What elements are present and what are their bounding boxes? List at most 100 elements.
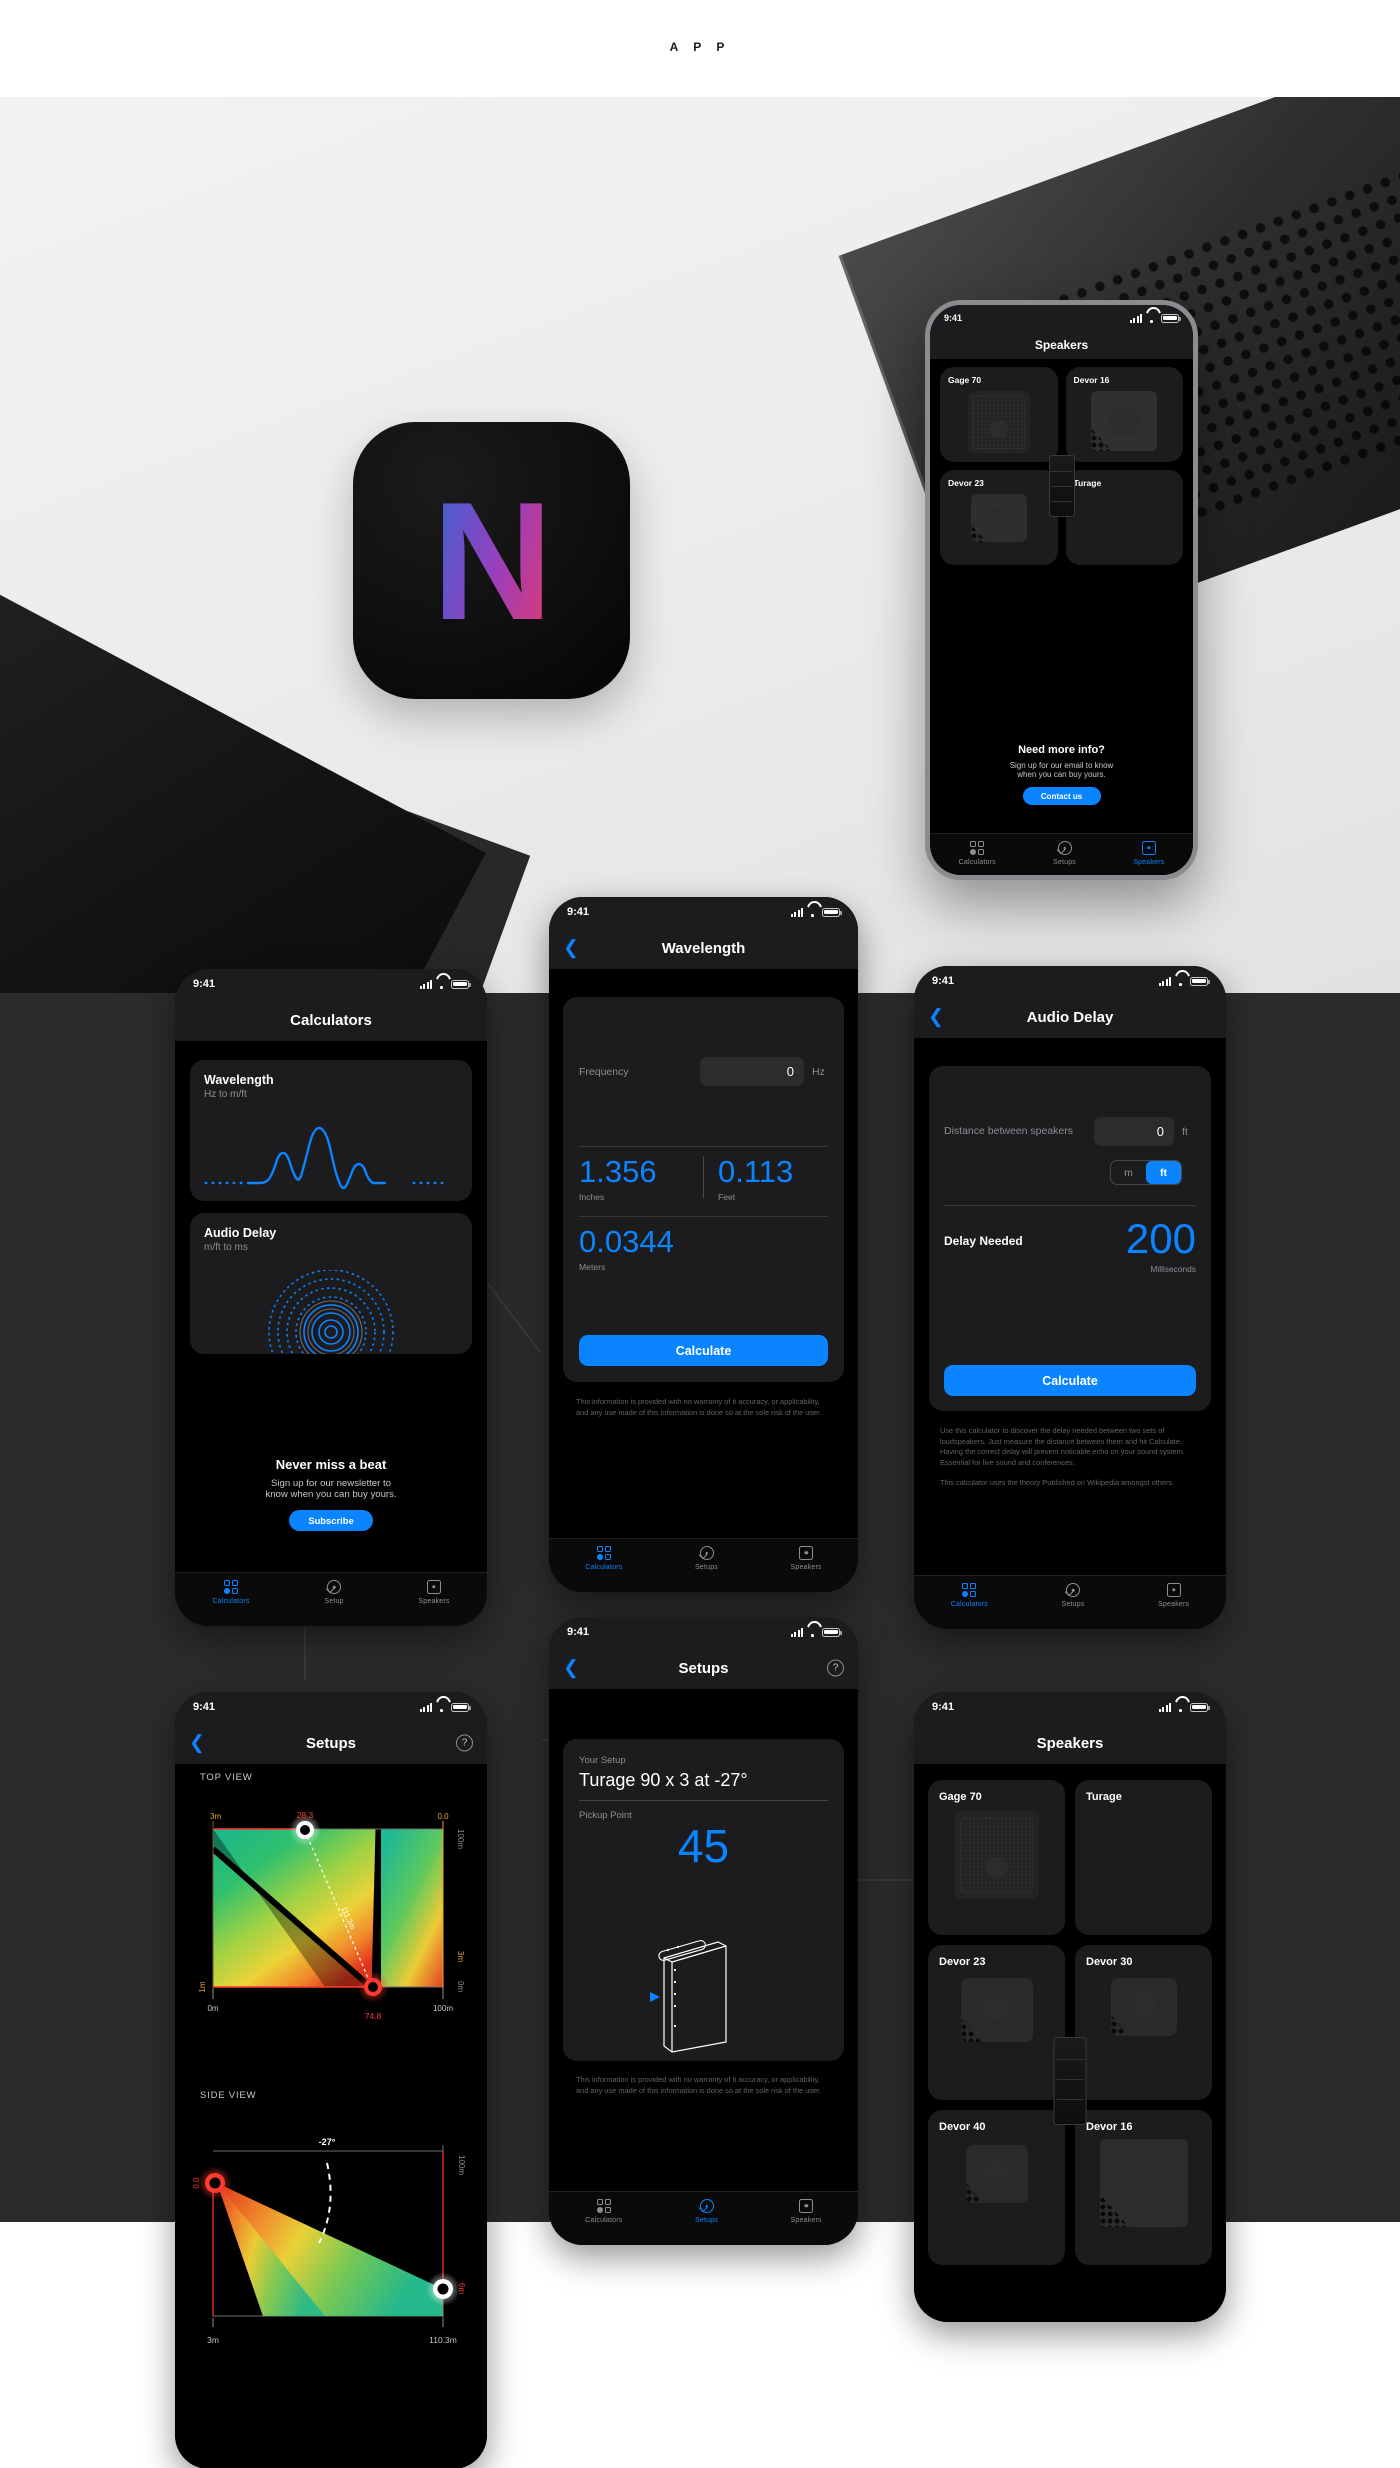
speakers-icon xyxy=(1141,841,1156,855)
waveform-graphic xyxy=(204,1126,444,1190)
status-bar: 9:41 xyxy=(914,1692,1226,1722)
status-bar: 9:41 xyxy=(549,897,858,927)
promo-body-line1: Sign up for our email to know xyxy=(1009,761,1114,770)
side-view-plot: -27° 0.0 100m 6m 3m 110.3m xyxy=(192,2137,466,2345)
back-chevron-icon[interactable]: ❮ xyxy=(563,1659,579,1678)
tab-setups[interactable]: Setups xyxy=(695,2199,718,2224)
tab-calculators[interactable]: Calculators xyxy=(951,1583,988,1608)
delay-result-row: Delay Needed 200 Milliseconds xyxy=(944,1218,1196,1275)
speaker-thumb-honeycomb xyxy=(1091,391,1158,451)
distance-input[interactable]: 0 xyxy=(1094,1117,1174,1146)
tab-calculators[interactable]: Calculators xyxy=(959,841,996,866)
speakers-icon xyxy=(799,1546,814,1560)
back-chevron-icon[interactable]: ❮ xyxy=(563,939,579,958)
unit-option-m[interactable]: m xyxy=(1111,1161,1146,1184)
status-icons xyxy=(419,979,471,989)
speaker-name: Devor 23 xyxy=(939,1956,986,1968)
tab-setups[interactable]: Setups xyxy=(1062,2276,1085,2301)
tick-label: 3m xyxy=(210,1812,221,1821)
tab-calculators[interactable]: Calculators xyxy=(585,1546,622,1571)
speaker-card[interactable]: Turage xyxy=(1053,1780,1212,2125)
calculate-button[interactable]: Calculate xyxy=(944,1365,1196,1396)
speaker-rig-diagram xyxy=(649,1940,727,2053)
top-band: A P P xyxy=(0,0,1400,97)
tick-label: 74.8 xyxy=(365,2011,382,2021)
tab-label: Speakers xyxy=(1158,1601,1190,1608)
wavelength-calculator-card[interactable]: Wavelength Hz to m/ft xyxy=(190,1060,472,1201)
tab-speakers[interactable]: Speakers xyxy=(418,1580,449,1605)
description-paragraph-1: Use this calculator to discover the dela… xyxy=(940,1426,1185,1468)
tab-label: Setups xyxy=(1062,2294,1085,2301)
speakers-phone: 9:41 Speakers Gage 70 Turage Devor 23 De… xyxy=(914,1692,1226,2322)
setups-icon xyxy=(1066,1583,1081,1597)
tab-speakers[interactable]: Speakers xyxy=(1158,2276,1189,2301)
contact-us-button[interactable]: Contact us xyxy=(1022,787,1101,805)
signal-bars-icon xyxy=(790,1627,803,1637)
result-value: 0.113 xyxy=(718,1154,794,1189)
speaker-thumb-honeycomb xyxy=(960,1978,1033,2042)
speaker-card[interactable]: Devor 40 xyxy=(928,2110,1065,2265)
promo-body-line2: when you can buy yours. xyxy=(1017,770,1106,779)
tab-bar: Calculators Setup Speakers xyxy=(175,1572,487,1626)
nav-title: Setups xyxy=(678,1659,729,1677)
tab-label: Setups xyxy=(1061,1601,1085,1608)
speaker-card[interactable]: Gage 70 xyxy=(940,367,1058,462)
result-unit: Inches xyxy=(579,1192,605,1202)
tab-setups[interactable]: Setups xyxy=(1053,841,1076,866)
tab-calculators[interactable]: Calculators xyxy=(212,1580,249,1605)
setups-detail-screen: 9:41 ❮ Setups ? Your Setup Turage 90 x 3… xyxy=(549,1617,858,2245)
battery-icon xyxy=(1190,1702,1210,1712)
signal-bars-icon xyxy=(790,907,803,917)
back-chevron-icon[interactable]: ❮ xyxy=(928,1008,944,1027)
unit-option-ft[interactable]: ft xyxy=(1146,1161,1181,1184)
unit-toggle[interactable]: m ft xyxy=(1110,1160,1182,1185)
tab-calculators[interactable]: Calculators xyxy=(585,2199,622,2224)
tab-setup[interactable]: Setup xyxy=(324,1580,343,1605)
calculate-button[interactable]: Calculate xyxy=(579,1335,828,1366)
tab-label: Speakers xyxy=(790,2217,822,2224)
help-question-icon[interactable]: ? xyxy=(827,1659,844,1677)
tab-speakers[interactable]: Speakers xyxy=(791,1546,822,1571)
setups-icon xyxy=(327,1580,341,1594)
speaker-name: Gage 70 xyxy=(939,1791,982,1803)
status-bar: 9:41 xyxy=(175,969,487,999)
distance-unit: ft xyxy=(1182,1125,1188,1138)
speaker-card[interactable]: Devor 30 xyxy=(1075,1945,1212,2100)
tab-label: Setups xyxy=(1053,859,1076,866)
speaker-card[interactable]: Devor 23 xyxy=(940,470,1058,565)
calculators-icon xyxy=(970,841,985,855)
subscribe-button[interactable]: Subscribe xyxy=(289,1510,373,1531)
nav-title: Wavelength xyxy=(661,939,746,957)
tab-label: Setup xyxy=(324,1598,344,1605)
frequency-label: Frequency xyxy=(579,1065,629,1078)
speakers-grid: Gage 70 Turage Devor 23 Devor 30 Devor 4… xyxy=(928,1780,1212,2265)
tab-bar: Calculators Setups Speakers xyxy=(930,833,1193,875)
results-row: 1.356 Inches 0.113 Feet xyxy=(579,1156,828,1202)
nav-bar: Speakers xyxy=(930,331,1193,359)
speaker-name: Devor 30 xyxy=(1086,1956,1133,1968)
wifi-icon xyxy=(436,1703,447,1712)
speaker-card[interactable]: Turage xyxy=(1048,454,1183,565)
speaker-card[interactable]: Devor 16 xyxy=(1065,367,1183,462)
side-view-chart: SIDE VIEW -27° 0.0 100m 6m 3m 110.3m xyxy=(175,2090,487,2390)
speakers-grid: Gage 70 Devor 16 Devor 23 Turage xyxy=(940,367,1183,565)
audio-delay-calculator-card[interactable]: Audio Delay m/ft to ms xyxy=(190,1213,472,1354)
result-inches: 1.356 Inches xyxy=(579,1156,689,1202)
frequency-input[interactable]: 0 xyxy=(700,1057,804,1086)
tab-bar: Calculators Setups Speakers xyxy=(914,1575,1226,1629)
tab-setups[interactable]: Setups xyxy=(695,1546,718,1571)
tick-label: 3m xyxy=(207,2335,219,2345)
back-chevron-icon[interactable]: ❮ xyxy=(189,1734,205,1753)
speaker-card[interactable]: Devor 16 xyxy=(1075,2110,1212,2265)
speaker-card[interactable]: Devor 23 xyxy=(928,1945,1065,2100)
tab-calculators[interactable]: Calculators xyxy=(951,2276,988,2301)
tab-setups[interactable]: Setups xyxy=(1062,1583,1085,1608)
speaker-card[interactable]: Gage 70 xyxy=(928,1780,1065,1935)
tab-speakers[interactable]: Speakers xyxy=(791,2199,822,2224)
tab-speakers[interactable]: Speakers xyxy=(1158,1583,1189,1608)
tab-speakers[interactable]: Speakers xyxy=(1133,841,1164,866)
description-paragraph-2: This calculator uses the theory Publishe… xyxy=(940,1477,1175,1487)
speakers-icon xyxy=(1167,2276,1181,2290)
speaker-name: Turage xyxy=(1086,1791,1122,1803)
help-question-icon[interactable]: ? xyxy=(456,1734,473,1752)
